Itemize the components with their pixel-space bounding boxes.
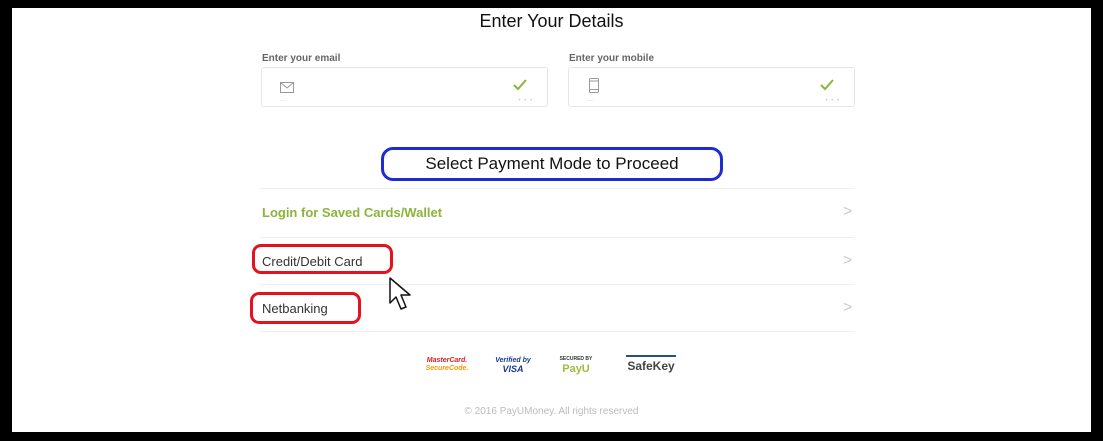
email-valid-check-icon	[513, 78, 527, 96]
mobile-phone-icon	[589, 78, 599, 98]
envelope-icon	[280, 80, 294, 98]
mouse-cursor-icon	[389, 277, 413, 316]
divider	[260, 284, 854, 285]
email-dots: • • •	[518, 98, 533, 104]
divider	[260, 331, 854, 332]
page-frame	[12, 8, 1091, 432]
chevron-right-icon: >	[843, 203, 853, 220]
email-field[interactable]: — • • •	[261, 67, 548, 107]
divider	[260, 188, 854, 189]
credit-card-highlight	[252, 244, 393, 274]
mobile-underline: —	[587, 98, 593, 104]
email-underline: —	[280, 98, 286, 104]
chevron-right-icon: >	[843, 252, 853, 269]
verified-by-visa-logo: Verified by VISA	[495, 357, 531, 374]
secured-by-payu-logo: SECURED BY PayU	[559, 356, 593, 375]
mobile-label: Enter your mobile	[569, 53, 655, 64]
payment-mode-heading: Select Payment Mode to Proceed	[381, 147, 723, 181]
mobile-field[interactable]: — • • •	[568, 67, 855, 107]
netbanking-highlight	[250, 292, 361, 324]
mobile-dots: • • •	[825, 98, 840, 104]
page-title: Enter Your Details	[479, 11, 624, 31]
mastercard-securecode-logo: MasterCard. SecureCode.	[425, 357, 469, 372]
safekey-logo: SafeKey	[620, 355, 682, 373]
copyright-footer: © 2016 PayUMoney. All rights reserved	[464, 406, 639, 417]
divider	[260, 237, 854, 238]
mobile-valid-check-icon	[820, 78, 834, 96]
saved-cards-label: Login for Saved Cards/Wallet	[262, 205, 443, 220]
email-label: Enter your email	[262, 53, 341, 64]
chevron-right-icon: >	[843, 299, 853, 316]
